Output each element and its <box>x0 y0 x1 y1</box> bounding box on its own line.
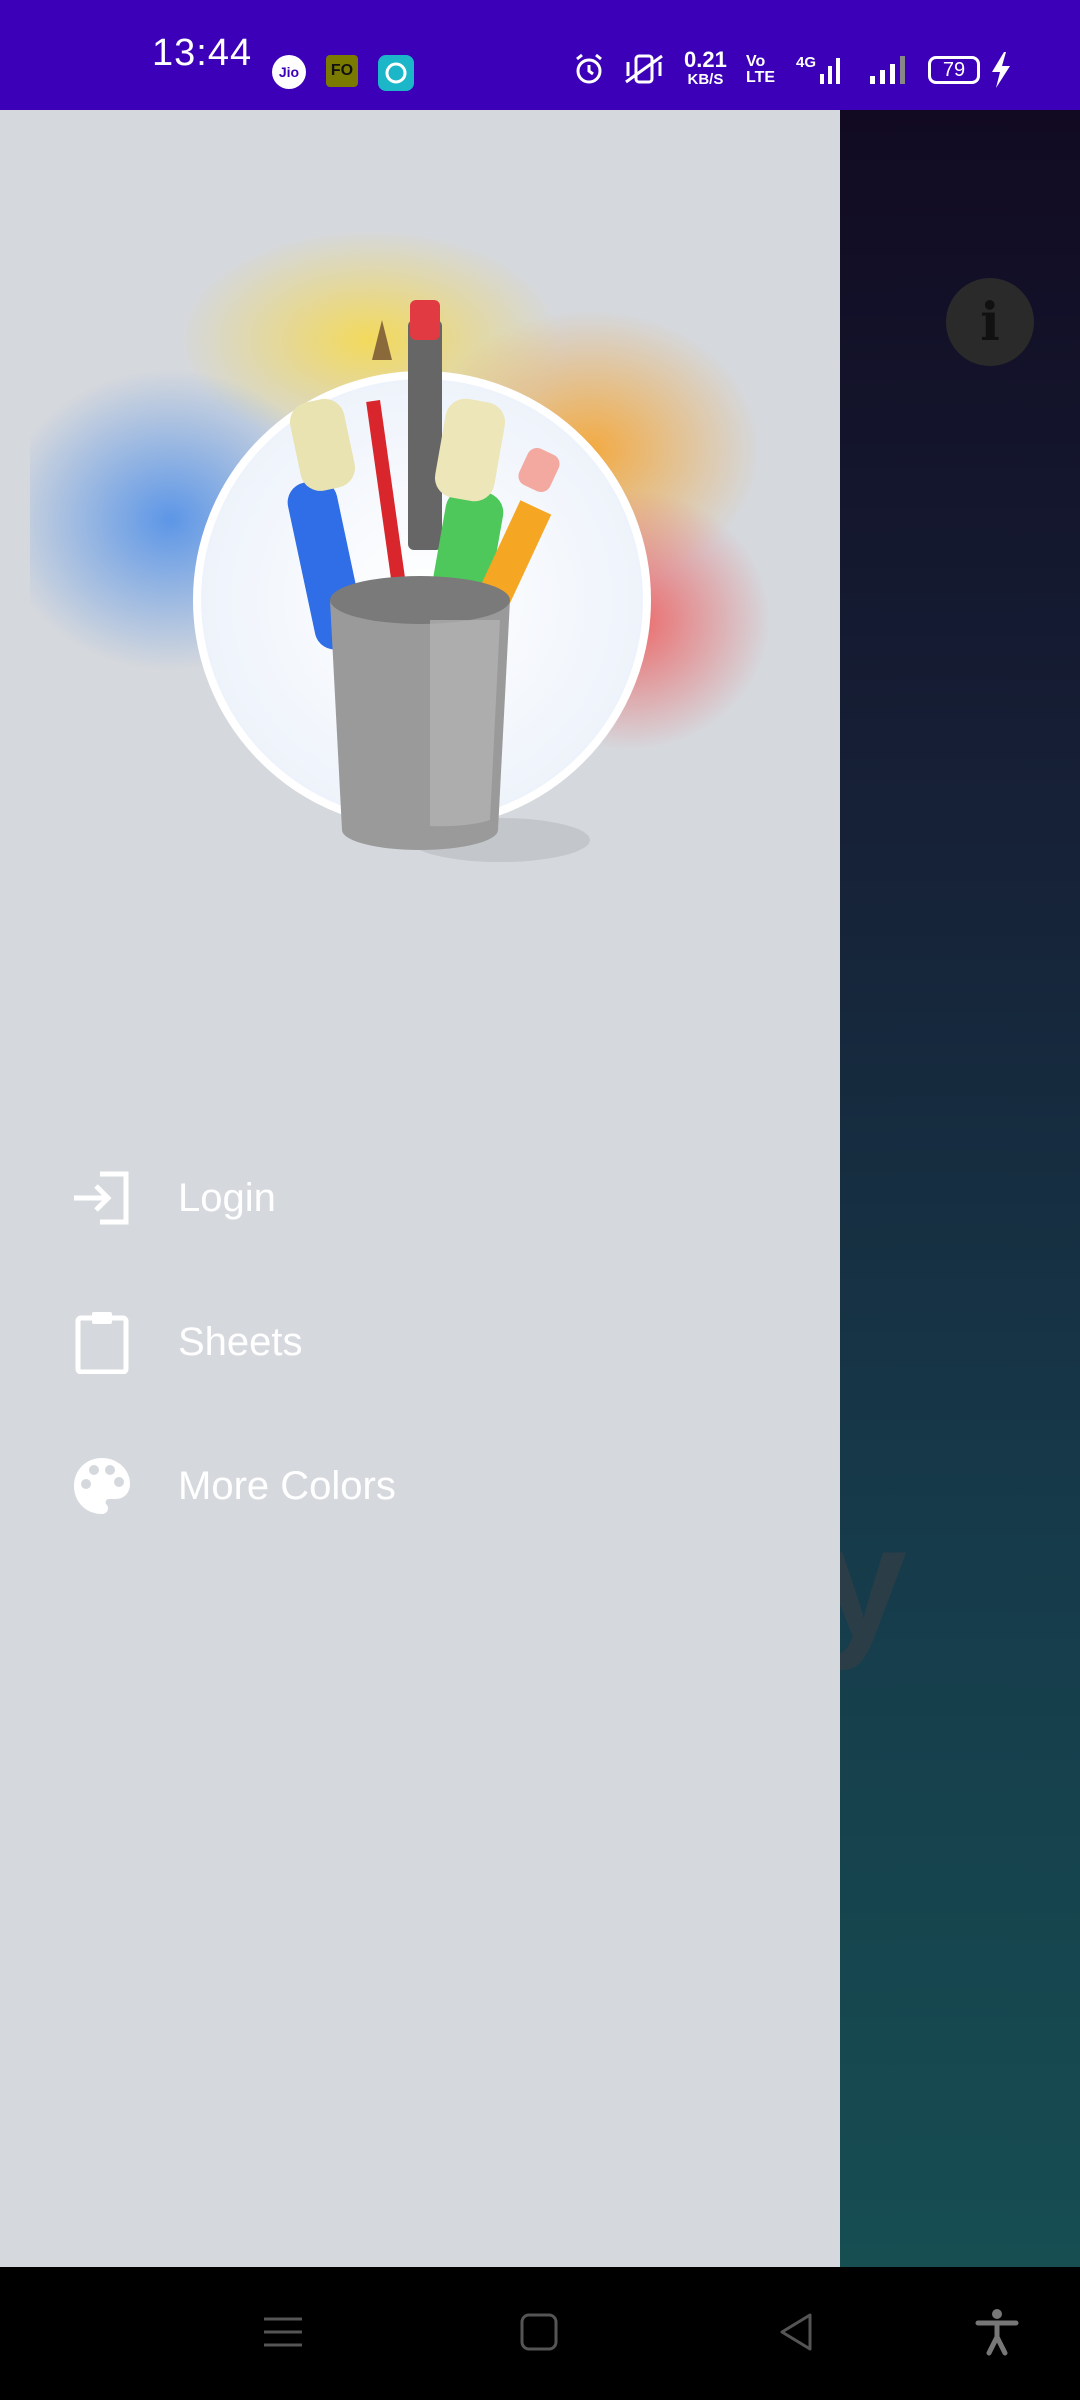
menu-item-label: More Colors <box>178 1463 396 1508</box>
palette-icon <box>74 1458 130 1514</box>
status-time: 13:44 <box>152 32 253 74</box>
status-bar: 13:44 Jio FO 0.21 KB/S Vo LTE 4G 79 <box>0 0 1080 110</box>
system-nav-bar <box>0 2267 1080 2400</box>
charging-icon <box>990 52 1012 93</box>
home-icon[interactable] <box>514 2307 564 2357</box>
menu-item-sheets[interactable]: Sheets <box>0 1282 840 1402</box>
accessibility-icon[interactable] <box>972 2307 1022 2357</box>
alarm-icon <box>572 52 606 91</box>
network-type: 4G <box>796 54 817 71</box>
signal-icon-1 <box>818 52 844 91</box>
signal-icon-2 <box>868 52 912 91</box>
back-icon[interactable] <box>772 2307 822 2357</box>
info-icon: i <box>980 291 1000 353</box>
login-icon <box>74 1171 129 1225</box>
menu-item-login[interactable]: Login <box>0 1138 840 1258</box>
volte-indicator: Vo LTE <box>746 53 776 86</box>
recents-menu-icon[interactable] <box>258 2307 308 2357</box>
brushes-cup-logo <box>30 230 770 862</box>
menu-item-label: Sheets <box>178 1319 303 1364</box>
menu-item-label: Login <box>178 1175 276 1220</box>
vibrate-off-icon <box>622 52 666 91</box>
info-button[interactable]: i <box>946 278 1034 366</box>
network-speed: 0.21 KB/S <box>684 47 727 89</box>
menu-item-more-colors[interactable]: More Colors <box>0 1426 840 1546</box>
battery-indicator: 79 <box>928 56 980 84</box>
clipboard-icon <box>75 1312 129 1374</box>
navigation-drawer: Login Sheets More Colors <box>0 110 840 2267</box>
fo-icon: FO <box>326 55 358 87</box>
jio-icon: Jio <box>272 55 306 89</box>
chat-icon <box>378 55 414 91</box>
